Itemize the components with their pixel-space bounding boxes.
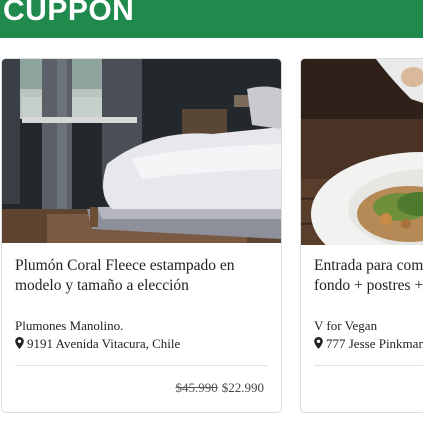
deal-card[interactable]: Entrada para com fondo + postres + V for… <box>300 58 423 413</box>
merchant-name: Plumones Manolino. <box>15 318 124 333</box>
discount-price: $22.990 <box>221 380 264 395</box>
deal-title[interactable]: Plumón Coral Fleece estampado en modelo … <box>15 256 270 295</box>
deal-title-line: Entrada para com <box>314 257 423 274</box>
price-block: $45.990 $22.990 <box>176 380 265 396</box>
top-navbar: CUPPON <box>0 0 423 38</box>
address-text: 777 Jesse Pinkman, <box>326 336 423 351</box>
deal-card[interactable]: Plumón Coral Fleece estampado en modelo … <box>1 58 282 413</box>
deal-title-line: fondo + postres + <box>314 276 423 294</box>
divider <box>314 365 423 366</box>
merchant-name: V for Vegan <box>314 318 378 333</box>
original-price: $45.990 <box>175 380 218 395</box>
deal-title[interactable]: Entrada para com fondo + postres + <box>314 256 423 295</box>
deal-image[interactable] <box>301 59 423 245</box>
deal-image[interactable] <box>2 59 281 243</box>
deal-title-line: modelo y tamaño a elección <box>15 276 189 294</box>
deal-title-line: Plumón Coral Fleece estampado en <box>15 257 235 274</box>
deal-location: 9191 Avenida Vitacura, Chile <box>15 336 180 352</box>
divider <box>15 365 268 366</box>
brand-logo[interactable]: CUPPON <box>3 0 134 28</box>
map-pin-icon <box>15 337 24 349</box>
deal-location: 777 Jesse Pinkman, <box>314 336 423 352</box>
address-text: 9191 Avenida Vitacura, Chile <box>27 336 181 351</box>
map-pin-icon <box>314 337 323 349</box>
